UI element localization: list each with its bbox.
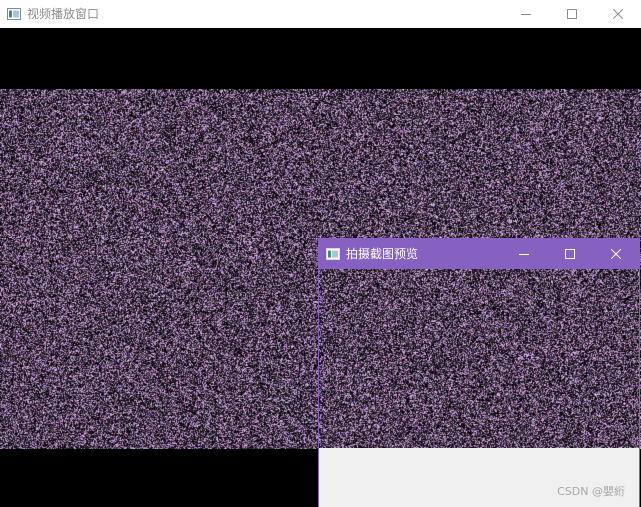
maximize-button[interactable] bbox=[547, 239, 593, 269]
main-window-controls bbox=[503, 0, 641, 28]
close-button[interactable] bbox=[593, 239, 639, 269]
preview-window-controls bbox=[501, 239, 639, 269]
preview-titlebar[interactable]: 拍摄截图预览 bbox=[319, 239, 639, 269]
preview-window-title: 拍摄截图预览 bbox=[346, 247, 419, 261]
snapshot-preview-window: 拍摄截图预览 CSDN @嬰絎 bbox=[318, 238, 640, 507]
close-button[interactable] bbox=[595, 0, 641, 28]
minimize-icon bbox=[521, 14, 531, 15]
main-window-title: 视频播放窗口 bbox=[27, 7, 100, 21]
maximize-icon bbox=[565, 249, 575, 259]
close-icon bbox=[611, 249, 621, 259]
maximize-button[interactable] bbox=[549, 0, 595, 28]
maximize-icon bbox=[567, 9, 577, 19]
csdn-watermark: CSDN @嬰絎 bbox=[557, 485, 625, 498]
app-window-icon bbox=[7, 8, 21, 20]
close-icon bbox=[613, 9, 623, 19]
minimize-button[interactable] bbox=[503, 0, 549, 28]
app-window-icon bbox=[326, 248, 340, 260]
minimize-icon bbox=[519, 254, 529, 255]
main-titlebar[interactable]: 视频播放窗口 bbox=[0, 0, 641, 28]
preview-noise-frame bbox=[319, 269, 639, 448]
minimize-button[interactable] bbox=[501, 239, 547, 269]
